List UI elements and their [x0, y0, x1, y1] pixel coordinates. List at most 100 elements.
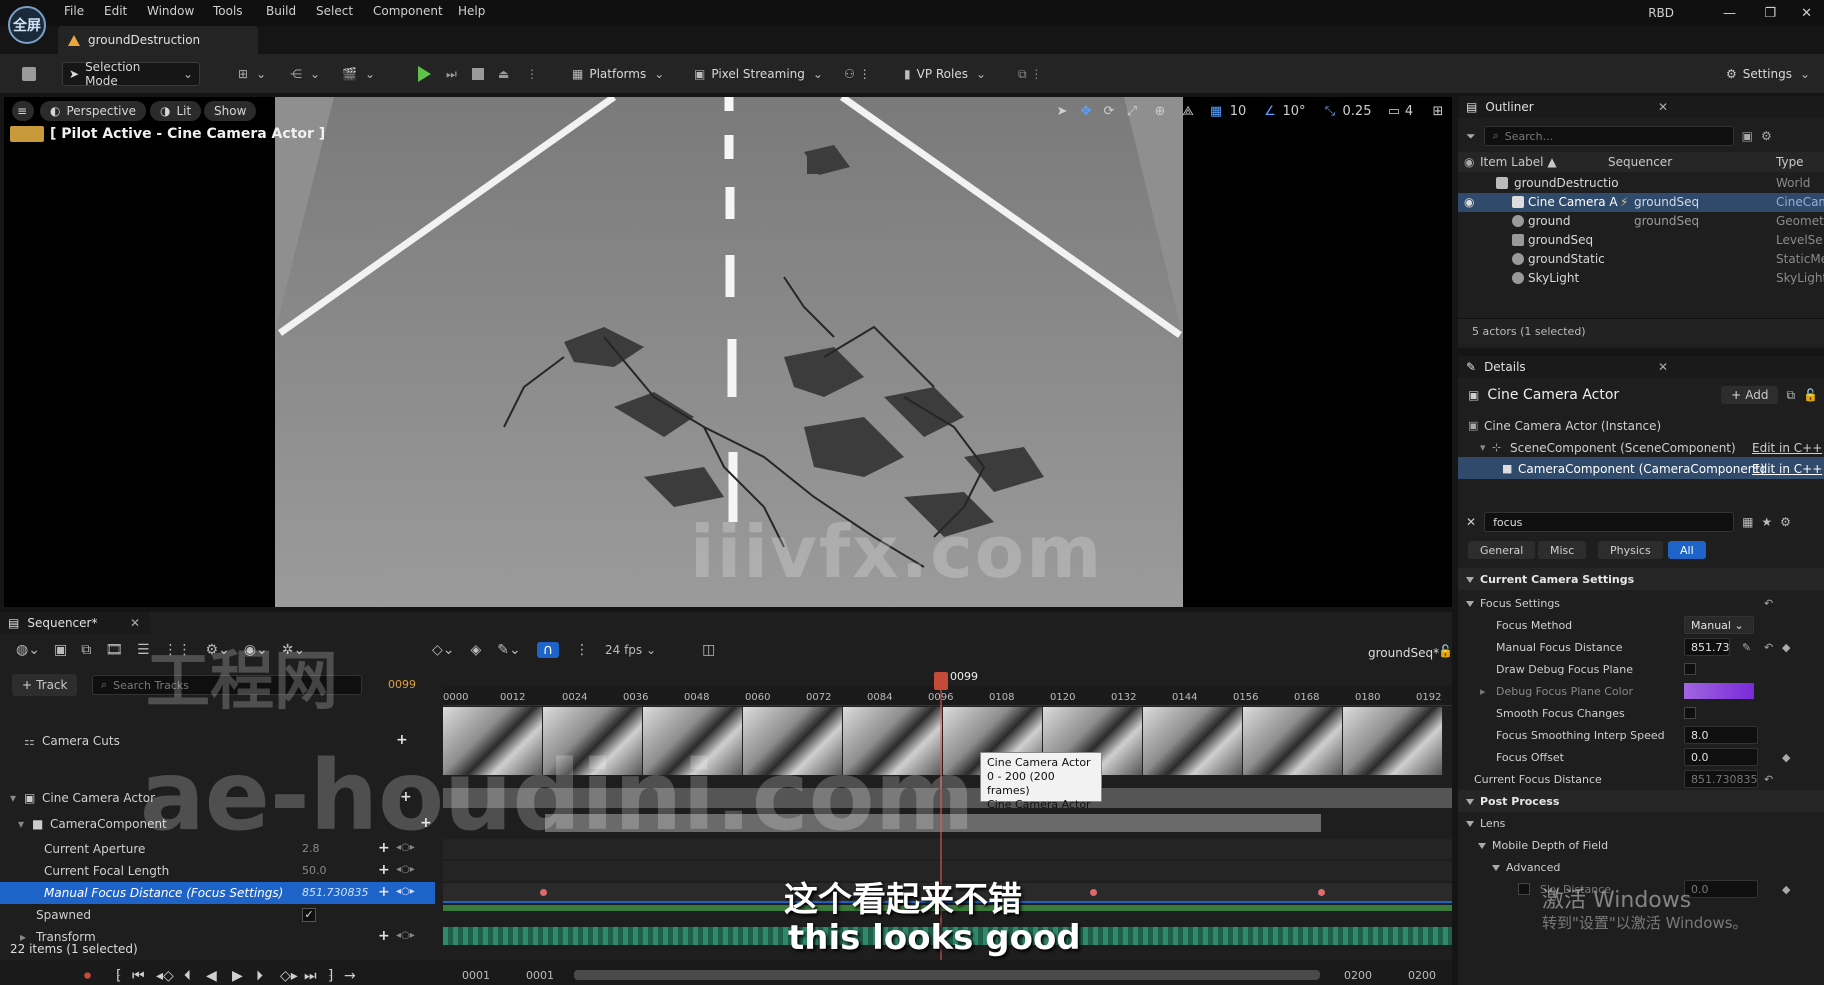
details-search-input[interactable]: focus	[1484, 512, 1735, 532]
play-options-icon[interactable]: ⋮	[520, 62, 544, 86]
restore-icon[interactable]: ❐	[1764, 6, 1776, 21]
range-start[interactable]: 0001	[462, 969, 490, 982]
hamburger-menu-icon[interactable]: ≡	[12, 101, 34, 121]
viewport-layout-icon[interactable]: ⊞	[1430, 104, 1446, 120]
revision-control-icon[interactable]: ⧉ ⋮	[1012, 62, 1048, 86]
add-key-icon[interactable]: ◈	[471, 642, 482, 658]
focus-offset-input[interactable]: 0.0	[1684, 748, 1758, 766]
star-icon[interactable]: ★	[1761, 515, 1772, 529]
component-row[interactable]: ▣ Cine Camera Actor (Instance)	[1458, 414, 1824, 436]
component-row[interactable]: ▾ ⊹ SceneComponent (SceneComponent) Edit…	[1458, 436, 1824, 458]
step-forward-icon[interactable]: ◇▸	[280, 968, 298, 984]
filter-general[interactable]: General	[1468, 541, 1536, 559]
lock-icon[interactable]: 🔓	[1803, 388, 1818, 402]
settings-dropdown[interactable]: ⚙ Settings	[1720, 62, 1816, 86]
brush-icon[interactable]: ✎⌄	[497, 642, 520, 658]
subsection-lens[interactable]: Lens	[1458, 812, 1824, 834]
spawned-checkbox[interactable]: ✓	[302, 908, 316, 922]
surface-snap-icon[interactable]: ⟁	[1180, 104, 1196, 120]
minimize-icon[interactable]: —	[1723, 6, 1736, 21]
table-view-icon[interactable]: ▦	[1742, 515, 1753, 529]
outliner-tab[interactable]: ▤ Outliner ✕	[1458, 96, 1824, 118]
filter-all[interactable]: All	[1668, 541, 1706, 559]
step-back-icon[interactable]: ◂◇	[156, 968, 174, 984]
scale-snap-icon[interactable]: ⤡	[1322, 104, 1338, 120]
outliner-row[interactable]: groundSeq LevelSe	[1458, 231, 1824, 250]
selection-mode-dropdown[interactable]: ➤ Selection Mode	[62, 60, 200, 88]
blueprint-icon[interactable]: ⧉	[1786, 388, 1795, 403]
menu-select[interactable]: Select	[316, 4, 353, 18]
keyframe-icon[interactable]: ◆	[1782, 641, 1790, 654]
lit-button[interactable]: ◑ Lit	[150, 101, 202, 121]
reset-icon[interactable]: ↶	[1764, 773, 1773, 786]
menu-window[interactable]: Window	[147, 4, 194, 18]
find-icon[interactable]: ⧉	[81, 642, 91, 658]
gear-icon[interactable]: ⚙	[1761, 129, 1772, 143]
range-start-view[interactable]: 0001	[526, 969, 554, 982]
next-key-icon[interactable]: ⏭	[304, 968, 317, 984]
subsection-focus-settings[interactable]: Focus Settings ↶	[1458, 592, 1824, 614]
playhead-handle[interactable]	[934, 672, 948, 690]
add-key-icon[interactable]: +	[378, 884, 390, 900]
step-button[interactable]: ⏭	[440, 62, 463, 86]
visibility-icon[interactable]: ◉	[1464, 195, 1474, 209]
column-sequencer[interactable]: Sequencer	[1608, 155, 1672, 169]
column-type[interactable]: Type	[1776, 155, 1804, 169]
eyedropper-icon[interactable]: ✎	[1742, 641, 1751, 654]
add-content-button[interactable]: ⊞	[232, 62, 272, 86]
platforms-dropdown[interactable]: ▦ Platforms	[566, 62, 670, 86]
angle-snap-value[interactable]: 10°	[1280, 104, 1308, 120]
diamond-key-icon[interactable]: ◇⌄	[432, 642, 455, 658]
document-tab[interactable]: groundDestruction	[58, 26, 258, 54]
show-button[interactable]: Show	[204, 101, 257, 121]
menu-file[interactable]: File	[64, 4, 84, 18]
add-key-icon[interactable]: +	[378, 928, 390, 944]
section-post-process[interactable]: Post Process	[1458, 790, 1824, 812]
prev-key-icon[interactable]: ⏮	[132, 968, 145, 984]
play-forward-icon[interactable]: ▶	[232, 968, 243, 984]
record-icon[interactable]: ⏺	[84, 968, 91, 984]
add-track-button[interactable]: + Track	[12, 674, 78, 696]
snap-options-icon[interactable]: ⋮	[575, 642, 589, 658]
key-nav-icon[interactable]: ◂○▸	[396, 864, 415, 875]
edit-in-cpp-link[interactable]: Edit in C++	[1752, 441, 1822, 455]
next-frame-icon[interactable]: ⏵	[256, 968, 263, 984]
play-button[interactable]	[412, 62, 437, 86]
menu-edit[interactable]: Edit	[104, 4, 127, 18]
eject-button[interactable]: ⏏	[492, 62, 515, 86]
range-end[interactable]: 0200	[1408, 969, 1436, 982]
track-manual-focus-distance[interactable]: Manual Focus Distance (Focus Settings) 8…	[0, 882, 435, 904]
track-spawned[interactable]: Spawned ✓	[0, 904, 435, 926]
timeline-scrollbar[interactable]	[574, 970, 1320, 980]
loop-icon[interactable]: →	[344, 968, 356, 984]
camera-icon[interactable]	[10, 126, 44, 142]
close-icon[interactable]: ✕	[130, 616, 140, 630]
focus-smoothing-interp-speed-input[interactable]: 8.0	[1684, 726, 1758, 744]
prop-mobile-depth-of-field[interactable]: Mobile Depth of Field	[1458, 834, 1824, 856]
reset-icon[interactable]: ↶	[1764, 597, 1773, 610]
sequence-name[interactable]: groundSeq*	[1368, 646, 1439, 660]
scale-tool-icon[interactable]: ⤢	[1124, 104, 1140, 120]
debug-focus-plane-color-swatch[interactable]	[1684, 683, 1754, 699]
perspective-button[interactable]: ◐ Perspective	[40, 101, 146, 121]
prev-frame-icon[interactable]: ⏴	[184, 968, 191, 984]
jump-end-icon[interactable]: ⁆	[328, 968, 333, 984]
keyframe[interactable]	[1090, 889, 1097, 896]
select-tool-icon[interactable]: ➤	[1054, 104, 1070, 120]
menu-component[interactable]: Component	[373, 4, 443, 18]
current-frame-display[interactable]: 0099	[388, 678, 416, 691]
outliner-row[interactable]: groundDestructio World	[1458, 174, 1824, 193]
lock-icon[interactable]: 🔓	[1438, 644, 1453, 658]
cinematics-button[interactable]: 🎬	[336, 62, 381, 86]
key-nav-icon[interactable]: ◂○▸	[396, 930, 415, 941]
outliner-row[interactable]: ◉ Cine Camera A ⚡ groundSeq CineCam	[1458, 193, 1824, 212]
outliner-row[interactable]: SkyLight SkyLight	[1458, 269, 1824, 288]
outliner-row[interactable]: groundStatic StaticMe	[1458, 250, 1824, 269]
camera-speed-value[interactable]: 4	[1402, 104, 1416, 120]
stop-button[interactable]	[466, 62, 490, 86]
grid-snap-icon[interactable]: ▦	[1208, 104, 1224, 120]
scale-snap-value[interactable]: 0.25	[1340, 104, 1374, 120]
outliner-search-input[interactable]: ⌕ Search...	[1483, 126, 1734, 146]
translate-tool-icon[interactable]: ✥	[1078, 104, 1094, 120]
expand-icon[interactable]: ▾	[18, 817, 24, 831]
